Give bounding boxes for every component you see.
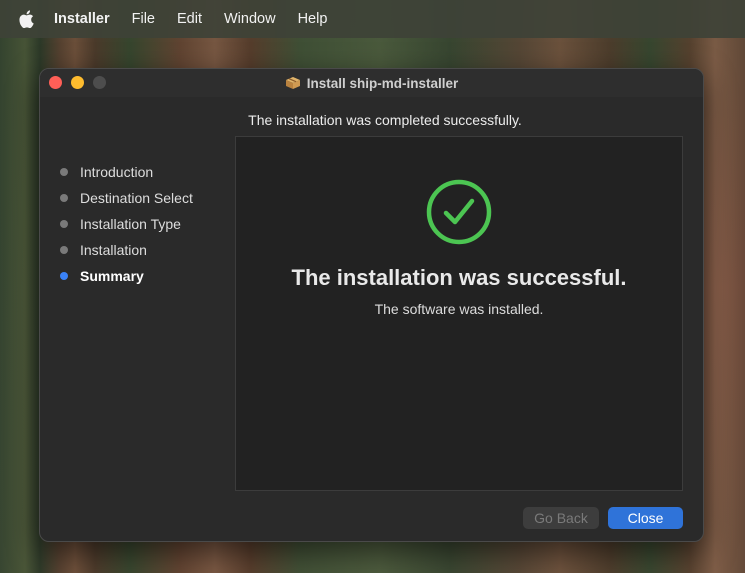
zoom-window-button[interactable]: [93, 76, 106, 89]
step-summary: Summary: [60, 263, 193, 289]
go-back-button[interactable]: Go Back: [523, 507, 599, 529]
content-panel: The installation was successful. The sof…: [235, 136, 683, 491]
step-label: Installation Type: [80, 216, 181, 232]
close-button[interactable]: Close: [608, 507, 683, 529]
step-dot: [60, 194, 68, 202]
step-label: Destination Select: [80, 190, 193, 206]
menu-window[interactable]: Window: [224, 11, 276, 27]
step-label: Installation: [80, 242, 147, 258]
step-installation-type: Installation Type: [60, 211, 193, 237]
apple-icon[interactable]: [16, 9, 36, 29]
step-dot: [60, 168, 68, 176]
step-dot: [60, 246, 68, 254]
window-title-text: Install ship-md-installer: [306, 75, 459, 91]
menu-file[interactable]: File: [132, 11, 155, 27]
installer-window: Install ship-md-installer The installati…: [39, 68, 704, 542]
menu-help[interactable]: Help: [298, 11, 328, 27]
window-controls: [49, 76, 106, 89]
minimize-window-button[interactable]: [71, 76, 84, 89]
success-subtitle: The software was installed.: [374, 301, 544, 317]
menu-installer[interactable]: Installer: [54, 11, 110, 27]
step-introduction: Introduction: [60, 159, 193, 185]
package-icon: [285, 76, 301, 90]
close-window-button[interactable]: [49, 76, 62, 89]
checkmark-circle-icon: [426, 179, 492, 245]
step-destination-select: Destination Select: [60, 185, 193, 211]
success-title: The installation was successful.: [291, 265, 627, 290]
step-label: Summary: [80, 268, 144, 284]
step-dot-active: [60, 272, 68, 280]
step-dot: [60, 220, 68, 228]
window-title: Install ship-md-installer: [285, 75, 459, 91]
step-label: Introduction: [80, 164, 154, 180]
menu-bar: Installer File Edit Window Help: [0, 0, 745, 38]
header-message: The installation was completed successfu…: [248, 112, 522, 128]
title-bar[interactable]: Install ship-md-installer: [40, 69, 703, 97]
step-installation: Installation: [60, 237, 193, 263]
menu-edit[interactable]: Edit: [177, 11, 202, 27]
steps-sidebar: Introduction Destination Select Installa…: [60, 159, 193, 289]
